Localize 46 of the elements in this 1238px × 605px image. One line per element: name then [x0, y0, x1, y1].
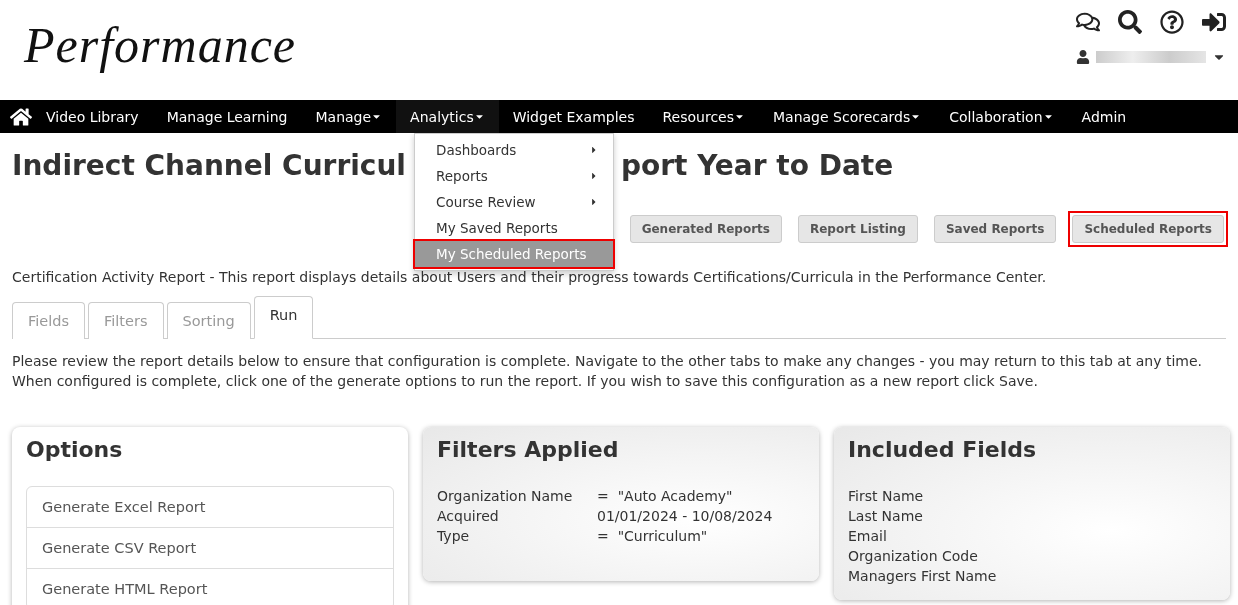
nav-item[interactable]: Resources	[648, 100, 759, 133]
card-title: Filters Applied	[437, 437, 620, 462]
nav-item[interactable]: Video Library	[32, 100, 153, 133]
field-name: Email	[848, 527, 888, 546]
option-link[interactable]: Generate Excel Report	[27, 487, 393, 527]
page-title: Indirect Channel Curricul	[12, 149, 406, 182]
option-link[interactable]: Generate CSV Report	[27, 527, 393, 568]
nav-item[interactable]: Collaboration	[935, 100, 1068, 133]
nav-item[interactable]: Widget Examples	[498, 100, 649, 133]
field-name: Organization Code	[848, 547, 979, 566]
report-button[interactable]: Scheduled Reports	[1072, 215, 1224, 243]
nav-item[interactable]: Analytics	[396, 100, 499, 133]
nav-item[interactable]: Manage Learning	[152, 100, 302, 133]
search-icon[interactable]	[1118, 10, 1142, 34]
menu-item[interactable]: Reports	[415, 163, 613, 189]
filter-name: Organization Name	[437, 487, 574, 506]
filter-name: Acquired	[437, 507, 500, 526]
option-link[interactable]: Generate HTML Report	[27, 568, 393, 605]
logo: Performance	[24, 16, 297, 75]
report-button[interactable]: Report Listing	[797, 215, 918, 243]
menu-item[interactable]: My Saved Reports	[415, 215, 613, 241]
field-name: Managers First Name	[848, 567, 998, 586]
field-name: First Name	[848, 487, 925, 506]
field-name: Last Name	[848, 507, 924, 526]
help-icon[interactable]	[1160, 10, 1184, 34]
nav-item[interactable]: Admin	[1067, 100, 1141, 133]
nav-item[interactable]: Manage	[301, 100, 397, 133]
menu-item[interactable]: Course Review	[415, 189, 613, 215]
instructions-text: Please review the report details below to ensure that configuration is complete. Navigate to the other tabs to make any changes - you may return to this tab at any time. When configured is complete, click one of the generate options to run the report. If you wish to save this configuration as a new report click Save.	[12, 352, 1204, 391]
nav-item[interactable]: Manage Scorecards	[759, 100, 936, 133]
tab[interactable]: Run	[253, 296, 314, 339]
report-button[interactable]: Generated Reports	[629, 215, 782, 243]
filter-value: 01/01/2024 - 10/08/2024	[597, 507, 774, 526]
menu-item[interactable]: Dashboards	[415, 137, 613, 163]
card-title: Options	[26, 437, 124, 462]
chat-icon[interactable]	[1076, 10, 1100, 34]
report-description: Certification Activity Report - This report displays details about Users and their progress towards Certifications/Curricula in the Performance Center.	[12, 269, 1048, 285]
filter-value: = "Auto Academy"	[597, 487, 734, 506]
report-button[interactable]: Saved Reports	[933, 215, 1057, 243]
home-icon[interactable]	[10, 105, 32, 128]
user-icon	[1076, 50, 1090, 64]
filter-value: = "Curriculum"	[597, 527, 709, 546]
card-title: Included Fields	[848, 437, 1038, 462]
filter-name: Type	[437, 527, 471, 546]
page-title: port Year to Date	[620, 149, 894, 182]
logout-icon[interactable]	[1202, 10, 1226, 34]
